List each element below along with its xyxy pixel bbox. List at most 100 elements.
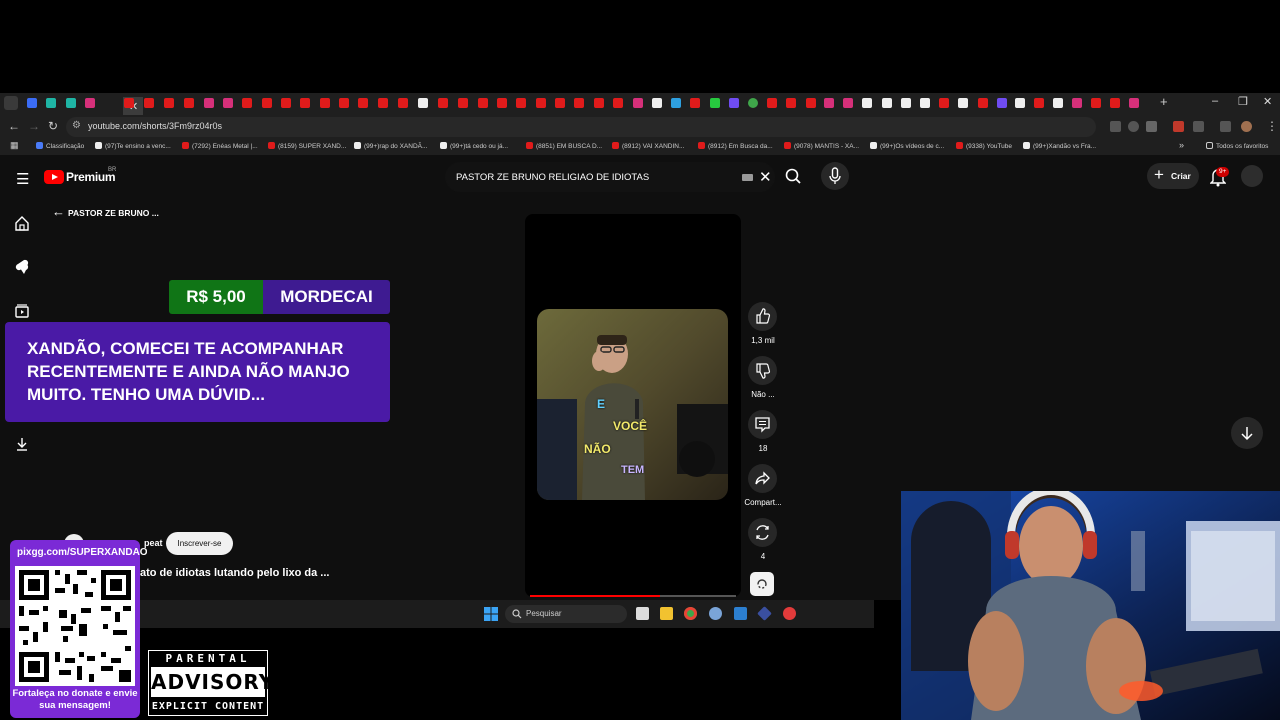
bookmark-item[interactable]: Classificação xyxy=(36,142,84,150)
tab-favicon[interactable] xyxy=(124,98,134,108)
apps-grid-icon[interactable]: ▦ xyxy=(10,140,19,151)
tab-favicon[interactable] xyxy=(633,98,643,108)
tab-favicon[interactable] xyxy=(478,98,488,108)
tab-favicon[interactable] xyxy=(978,98,988,108)
tab-favicon[interactable] xyxy=(729,98,739,108)
shorts-icon[interactable] xyxy=(14,259,30,275)
new-tab-button[interactable]: + xyxy=(1160,94,1168,109)
tab-favicon[interactable] xyxy=(594,98,604,108)
tab-favicon[interactable] xyxy=(144,98,154,108)
bookmark-item[interactable]: (8159) SUPER XAND... xyxy=(268,142,346,150)
bookmark-star-icon[interactable] xyxy=(1146,121,1157,132)
bookmark-item[interactable]: (9078) MANTIS - XA... xyxy=(784,142,859,150)
back-arrow-icon[interactable]: ← xyxy=(52,204,65,219)
tab-favicon[interactable] xyxy=(358,98,368,108)
sound-source-button[interactable] xyxy=(750,572,774,596)
all-bookmarks-folder[interactable]: Todos os favoritos xyxy=(1206,142,1268,150)
tab-favicon[interactable] xyxy=(806,98,816,108)
forward-icon[interactable]: → xyxy=(28,119,40,133)
install-app-icon[interactable] xyxy=(1110,121,1121,132)
tab-favicon[interactable] xyxy=(997,98,1007,108)
extensions-puzzle-icon[interactable] xyxy=(1193,121,1204,132)
subscribe-button[interactable]: Inscrever-se xyxy=(166,532,233,555)
tab-favicon[interactable] xyxy=(398,98,408,108)
bookmark-item[interactable]: (8851) EM BUSCA D... xyxy=(526,142,602,150)
tab-favicon[interactable] xyxy=(223,98,233,108)
bookmark-item[interactable]: (99+)rap do XANDÃ... xyxy=(354,142,427,150)
tab-favicon[interactable] xyxy=(458,98,468,108)
restore-window-button[interactable]: ❐ xyxy=(1238,95,1248,108)
like-button[interactable] xyxy=(748,302,777,331)
tab-favicon[interactable] xyxy=(690,98,700,108)
video-progress-bar[interactable] xyxy=(530,595,736,597)
tab-favicon[interactable] xyxy=(958,98,968,108)
site-info-icon[interactable]: ⚙ xyxy=(72,120,81,131)
next-short-button[interactable] xyxy=(1231,417,1263,449)
sidebar-icon[interactable] xyxy=(1220,121,1231,132)
menu-icon[interactable]: ☰ xyxy=(16,170,29,188)
bookmark-item[interactable]: (97)Te ensino a venc... xyxy=(95,142,171,150)
windows-start-icon[interactable] xyxy=(484,607,498,621)
avatar[interactable] xyxy=(1241,165,1263,187)
tab-favicon[interactable] xyxy=(85,98,95,108)
tab-favicon[interactable] xyxy=(281,98,291,108)
tab-search-button[interactable] xyxy=(4,96,18,110)
voice-search-button[interactable] xyxy=(821,162,849,190)
downloads-icon[interactable] xyxy=(14,436,30,452)
tab-favicon[interactable] xyxy=(46,98,56,108)
tab-favicon[interactable] xyxy=(613,98,623,108)
tab-favicon[interactable] xyxy=(66,98,76,108)
task-view-icon[interactable] xyxy=(636,607,649,620)
tab-favicon[interactable] xyxy=(555,98,565,108)
tab-favicon[interactable] xyxy=(164,98,174,108)
tab-favicon[interactable] xyxy=(536,98,546,108)
tab-favicon[interactable] xyxy=(843,98,853,108)
tab-favicon[interactable] xyxy=(262,98,272,108)
tab-favicon[interactable] xyxy=(1034,98,1044,108)
tab-favicon[interactable] xyxy=(1091,98,1101,108)
comments-button[interactable] xyxy=(748,410,777,439)
bookmark-item[interactable]: (8912) Em Busca da... xyxy=(698,142,773,150)
app-icon[interactable] xyxy=(734,607,747,620)
tab-favicon[interactable] xyxy=(1053,98,1063,108)
extension-icon[interactable] xyxy=(1173,121,1184,132)
tab-favicon[interactable] xyxy=(939,98,949,108)
home-icon[interactable] xyxy=(14,215,30,231)
taskbar-search[interactable]: Pesquisar xyxy=(505,605,627,623)
tab-favicon[interactable] xyxy=(497,98,507,108)
tab-favicon[interactable] xyxy=(339,98,349,108)
remix-button[interactable] xyxy=(748,518,777,547)
menu-kebab-icon[interactable]: ⋮ xyxy=(1266,119,1278,133)
tab-favicon[interactable] xyxy=(710,98,720,108)
bookmark-item[interactable]: (8912) VAI XANDIN... xyxy=(612,142,684,150)
tab-favicon[interactable] xyxy=(418,98,428,108)
tab-favicon[interactable] xyxy=(901,98,911,108)
tab-favicon[interactable] xyxy=(574,98,584,108)
address-bar[interactable]: ⚙ youtube.com/shorts/3Fm9rz04r0s xyxy=(66,117,1096,137)
tab-favicon[interactable] xyxy=(882,98,892,108)
bookmark-item[interactable]: (9338) YouTube xyxy=(956,142,1012,150)
tab-favicon[interactable] xyxy=(1110,98,1120,108)
tab-favicon[interactable] xyxy=(1072,98,1082,108)
bookmark-item[interactable]: (7292) Enéas Metal |... xyxy=(182,142,258,150)
bookmark-item[interactable]: (99+)Xandão vs Fra... xyxy=(1023,142,1096,150)
subscriptions-icon[interactable] xyxy=(14,303,30,319)
tab-favicon[interactable] xyxy=(184,98,194,108)
tab-favicon[interactable] xyxy=(786,98,796,108)
tab-favicon[interactable] xyxy=(652,98,662,108)
video-title[interactable]: ato de idiotas lutando pelo lixo da ... xyxy=(140,567,329,579)
search-input[interactable]: PASTOR ZE BRUNO RELIGIAO DE IDIOTAS ✕ xyxy=(445,162,775,192)
tab-favicon[interactable] xyxy=(378,98,388,108)
search-button[interactable] xyxy=(775,162,813,192)
file-explorer-icon[interactable] xyxy=(660,607,673,620)
bookmark-item[interactable]: (99+)Os vídeos de c... xyxy=(870,142,944,150)
tab-favicon[interactable] xyxy=(1129,98,1139,108)
tab-favicon[interactable] xyxy=(920,98,930,108)
chrome-icon[interactable] xyxy=(684,607,697,620)
back-icon[interactable]: ← xyxy=(8,119,20,133)
profile-avatar-icon[interactable] xyxy=(1241,121,1252,132)
tab-favicon[interactable] xyxy=(767,98,777,108)
tab-favicon[interactable] xyxy=(824,98,834,108)
tab-favicon[interactable] xyxy=(438,98,448,108)
tab-favicon[interactable] xyxy=(1015,98,1025,108)
